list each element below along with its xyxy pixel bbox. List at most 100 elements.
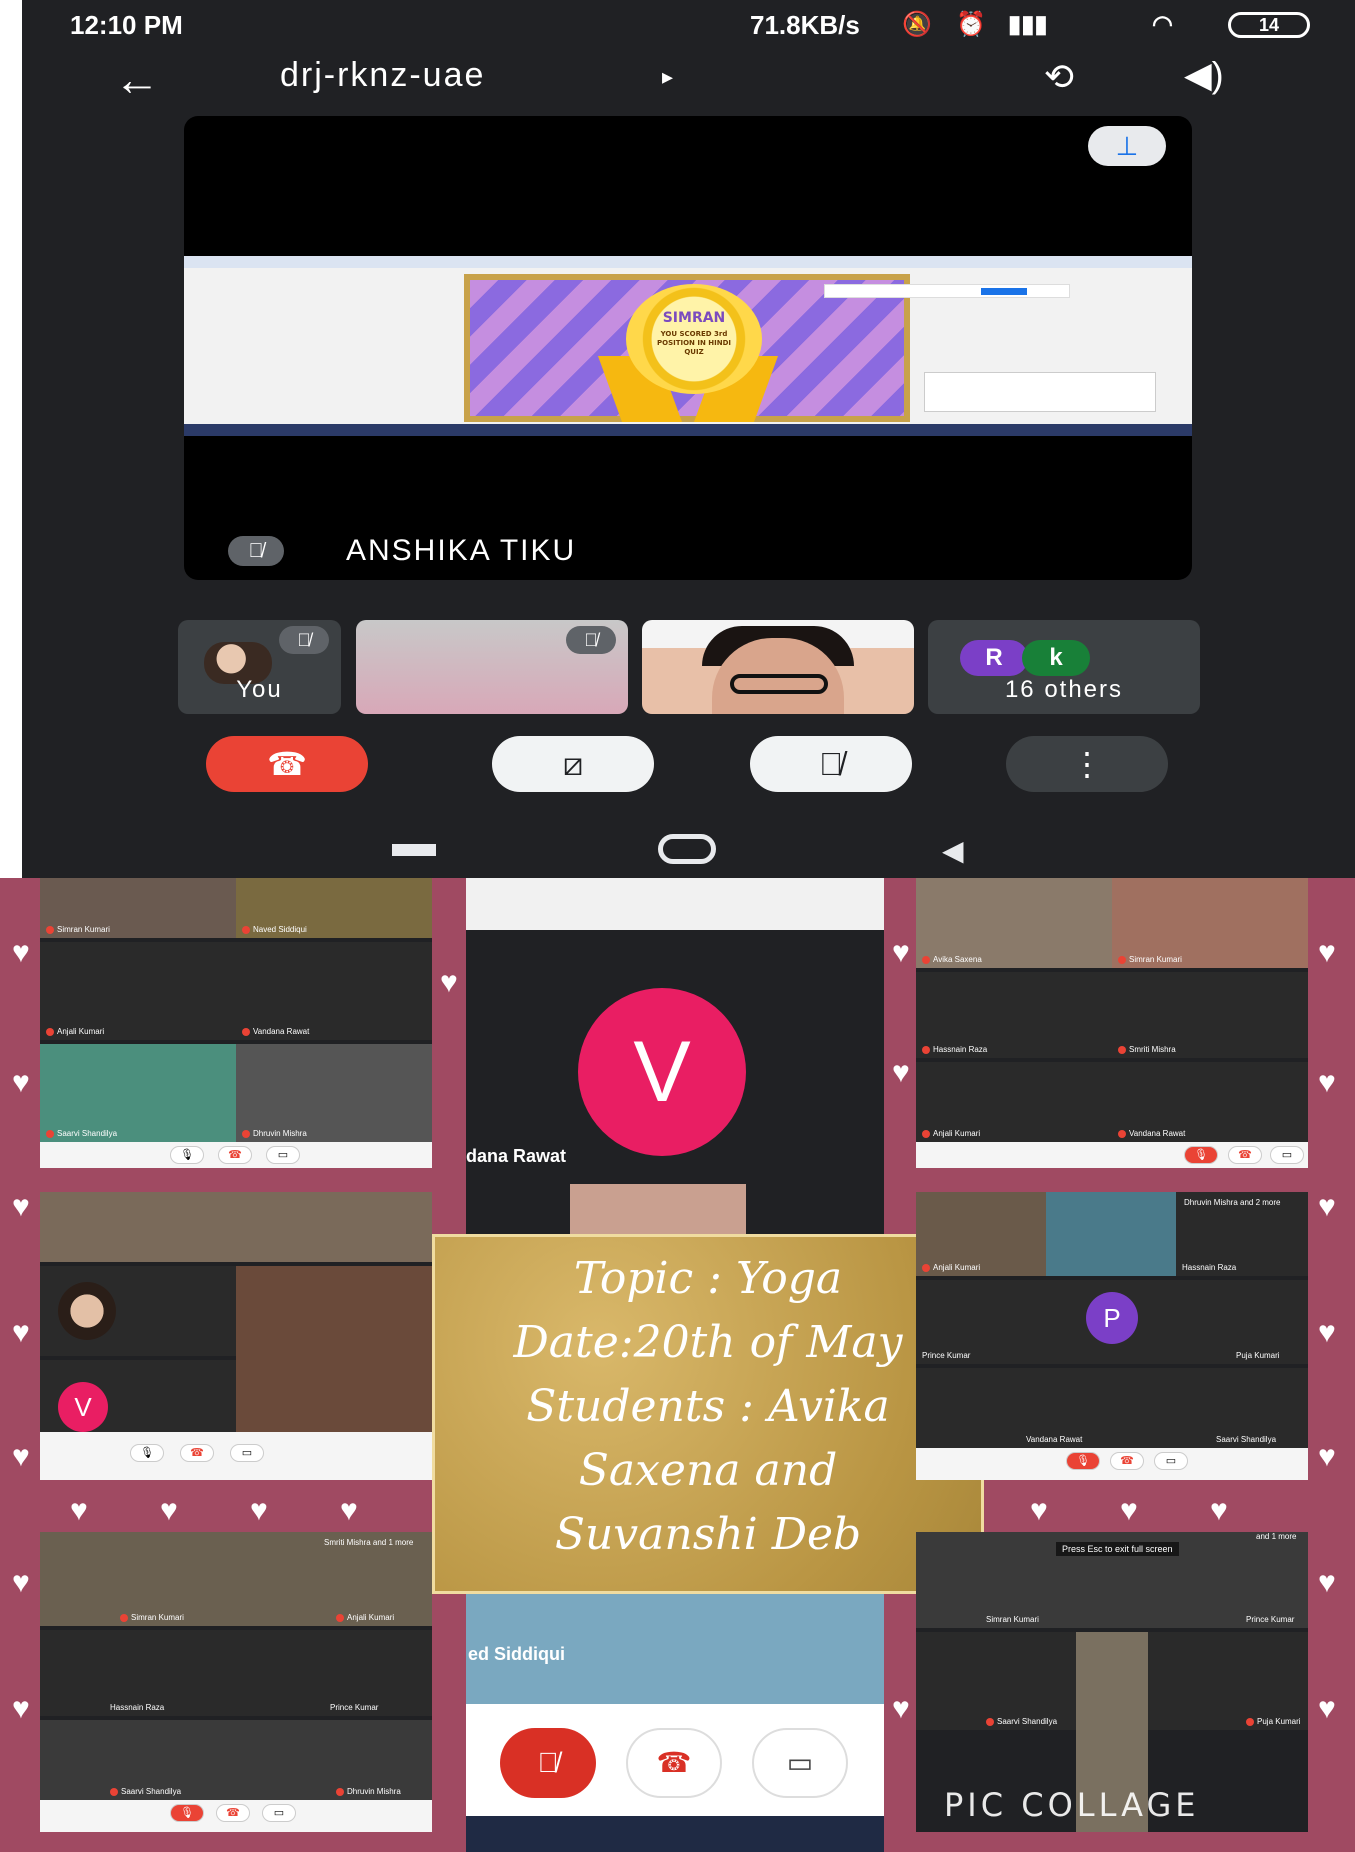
avatar: V [578,988,746,1156]
heart-icon: ♥ [892,936,910,969]
camera-button[interactable]: ▭ [266,1146,300,1164]
camera-toggle-button[interactable]: ⧄ [492,736,654,792]
meeting-code[interactable]: drj-rknz-uae [280,56,485,95]
heart-icon: ♥ [1318,1066,1336,1099]
participant-name: Dhruvin Mishra [242,1129,307,1138]
alarm-icon: ⏰ [956,11,986,38]
participant-name: Prince Kumar [1246,1615,1295,1624]
mic-off-icon: 🎙̸ [228,536,284,566]
call-controls: ☎ ⧄ 🎙̸ ⋮ [22,736,1355,796]
self-view-tile[interactable]: 🎙̸ You [178,620,341,714]
heart-icon: ♥ [12,1440,30,1473]
heart-icon: ♥ [160,1494,178,1527]
recents-button[interactable] [392,844,436,856]
mic-off-button[interactable]: 🎙 [1066,1452,1100,1470]
participant-name: Hassnain Raza [922,1045,987,1054]
meet-controls: 🎙 ☎ ▭ [40,1800,432,1832]
camera-button[interactable]: ▭ [230,1444,264,1462]
participant-tile[interactable]: 🎙̸ [356,620,628,714]
avatar: P [1086,1292,1138,1344]
participant-glasses [730,674,828,694]
home-button[interactable] [658,834,716,864]
participant-name: Simran Kumari [986,1615,1039,1624]
participant-name: Simran Kumari [1118,955,1182,964]
wifi-icon: ◠ [1152,11,1173,38]
mic-off-button[interactable]: 🎙 [1184,1146,1218,1164]
participant-tile[interactable] [642,620,914,714]
students-text-3: Suvanshi Deb [554,1509,862,1560]
others-tile[interactable]: R k 16 others [928,620,1200,714]
camera-button[interactable]: ▭ [1154,1452,1188,1470]
hangup-button[interactable]: ☎ [1228,1146,1262,1164]
heart-icon: ♥ [892,1692,910,1725]
back-arrow-icon[interactable]: ← [114,52,160,106]
camera-button[interactable]: ▭ [262,1804,296,1822]
video-tile: Dhruvin Mishra [236,1044,432,1142]
network-speed: 71.8KB/s [750,10,860,40]
participant-name: Saarvi Shandilya [986,1717,1057,1726]
participant-name: Simran Kumari [120,1613,184,1622]
hangup-button[interactable]: ☎ [1110,1452,1144,1470]
browser-bar [466,878,884,930]
participant-name: Naved Siddiqui [242,925,307,934]
meeting-info-arrow-icon[interactable]: ▸ [662,64,673,90]
heart-icon: ♥ [12,1190,30,1223]
hangup-button[interactable]: ☎ [216,1804,250,1822]
pin-button[interactable]: ⊥ [1088,126,1166,166]
participant-name: Puja Kumari [1246,1717,1301,1726]
participant-name: Dhruvin Mishra and 2 more [1184,1198,1281,1207]
more-options-button[interactable]: ⋮ [1006,736,1168,792]
self-label: You [236,676,283,703]
hangup-button[interactable]: ☎ [218,1146,252,1164]
award-rosette: SIMRAN YOU SCORED 3rd POSITION IN HINDI … [626,284,762,394]
mic-off-icon: 🎙̸ [279,626,329,654]
pic-collage: ♥ ♥ ♥ ♥ ♥ ♥ ♥ ♥ ♥ ♥ ♥ ♥ ♥ ♥ ♥ ♥ ♥ ♥ ♥ ♥ … [0,878,1355,1852]
end-call-button[interactable]: ☎ [206,736,368,792]
page: 12:10 PM 71.8KB/s 🔕 ⏰ ▮▮▮ ◠ 14 ← drj-rkn… [0,0,1355,1852]
nav-back-button[interactable]: ◀ [942,834,964,867]
participant-name: ed Siddiqui [468,1644,565,1664]
camera-button[interactable]: ▭ [1270,1146,1304,1164]
screenshot-panel: Anjali Kumari Dhruvin Mishra and 2 more … [916,1192,1308,1480]
hangup-button[interactable]: ☎ [180,1444,214,1462]
mic-button[interactable]: 🎙 [130,1444,164,1462]
hangup-button[interactable]: ☎ [626,1728,722,1798]
meet-call-screen: 12:10 PM 71.8KB/s 🔕 ⏰ ▮▮▮ ◠ 14 ← drj-rkn… [22,0,1355,878]
participant-name: dana Rawat [466,1146,567,1166]
heart-icon: ♥ [1210,1494,1228,1527]
heart-icon: ♥ [1120,1494,1138,1527]
screenshot-panel: ed Siddiqui 🎙̸ ☎ ▭ [466,1594,884,1852]
participant-name: and 1 more [1256,1532,1297,1541]
mic-toggle-button[interactable]: 🎙̸ [750,736,912,792]
speaker-icon[interactable]: ◀) [1184,54,1224,96]
participant-name: Smriti Mishra and 1 more [324,1538,414,1547]
screen-share-popup [824,284,1070,298]
video-tile [40,1192,432,1262]
mic-button[interactable]: 🎙 [170,1146,204,1164]
date-text: Date:20th of May [513,1317,903,1368]
meet-controls: 🎙 ☎ ▭ [40,1432,432,1480]
shared-taskbar [184,424,1192,436]
meet-controls: 🎙 ☎ ▭ [40,1142,432,1168]
topic-text: Topic : Yoga [573,1253,843,1304]
participant-strip: 🎙̸ You 🎙̸ R k 16 others [22,620,1355,716]
participant-name: Prince Kumar [330,1703,379,1712]
participant-name: Saarvi Shandilya [1216,1435,1277,1444]
camera-button[interactable]: ▭ [752,1728,848,1798]
video-tile: ed Siddiqui [466,1594,884,1704]
stop-sharing-button [981,288,1027,295]
video-tile: Dhruvin Mishra and 2 more Hassnain Raza [1176,1192,1308,1276]
award-name: SIMRAN [662,310,726,326]
switch-camera-icon[interactable]: ⟲ [1022,56,1096,97]
video-tile: Vandana Rawat Saarvi Shandilya [916,1368,1308,1448]
status-time: 12:10 PM [70,10,183,40]
video-tile: Simran Kumari [40,878,236,938]
video-tile [236,1266,432,1454]
participant-name: Puja Kumari [1236,1351,1280,1360]
students-text-2: Saxena and [578,1445,838,1496]
more-vert-icon: ⋮ [1071,746,1103,782]
mic-off-button[interactable]: 🎙 [170,1804,204,1822]
video-tile: Smriti Mishra and 1 more Simran Kumari A… [40,1532,432,1626]
mic-off-button[interactable]: 🎙̸ [500,1728,596,1798]
video-tile: Anjali Kumari [916,1192,1046,1276]
